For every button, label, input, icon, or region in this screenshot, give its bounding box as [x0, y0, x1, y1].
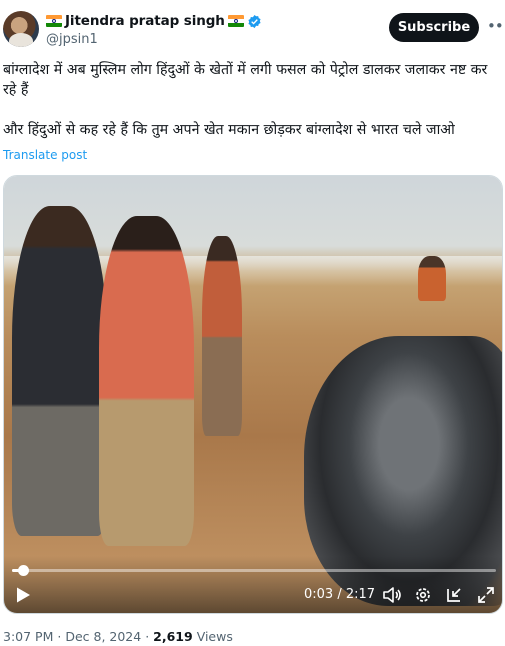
video-person — [99, 216, 194, 546]
avatar[interactable] — [3, 11, 39, 47]
fullscreen-icon[interactable] — [476, 586, 496, 604]
video-person — [12, 206, 107, 536]
india-flag-icon — [227, 15, 244, 27]
views-count: 2,619 — [153, 629, 193, 644]
video-person — [202, 236, 242, 436]
video-controls: 0:03 / 2:17 — [4, 556, 502, 613]
post-date[interactable]: Dec 8, 2024 — [65, 629, 141, 644]
subscribe-button[interactable]: Subscribe — [389, 13, 479, 42]
more-options-icon[interactable]: ••• — [487, 17, 505, 37]
india-flag-icon — [46, 15, 62, 27]
author-handle[interactable]: @jpsin1 — [46, 32, 98, 47]
minimize-icon[interactable] — [445, 586, 465, 604]
separator-dot: · — [145, 629, 150, 644]
tweet-paragraph: बांग्लादेश में अब मुस्लिम लोग हिंदुओं के… — [3, 62, 488, 98]
video-person — [418, 256, 446, 301]
volume-icon[interactable] — [382, 586, 402, 604]
play-icon[interactable] — [14, 586, 32, 604]
video-progress-bar[interactable] — [12, 565, 496, 576]
separator-dot: · — [57, 629, 62, 644]
author-name-row[interactable]: Jitendra pratap singh — [46, 12, 262, 30]
views-label: Views — [196, 629, 233, 644]
video-time-display: 0:03 / 2:17 — [304, 587, 376, 602]
tweet-header: Jitendra pratap singh @jpsin1 Subscribe … — [0, 0, 505, 52]
video-progress-handle[interactable] — [17, 565, 29, 576]
verified-badge-icon — [248, 14, 261, 28]
video-player[interactable]: 0:03 / 2:17 — [3, 175, 503, 614]
tweet-text: बांग्लादेश में अब मुस्लिम लोग हिंदुओं के… — [3, 60, 502, 160]
translate-post-link[interactable]: Translate post — [3, 148, 87, 162]
video-frame — [4, 176, 502, 613]
settings-icon[interactable] — [413, 586, 433, 604]
tweet-paragraph: और हिंदुओं से कह रहे हैं कि तुम अपने खेत… — [3, 122, 455, 138]
author-display-name[interactable]: Jitendra pratap singh — [65, 13, 225, 29]
post-time[interactable]: 3:07 PM — [3, 629, 53, 644]
tweet-meta: 3:07 PM · Dec 8, 2024 · 2,619 Views — [3, 629, 233, 644]
